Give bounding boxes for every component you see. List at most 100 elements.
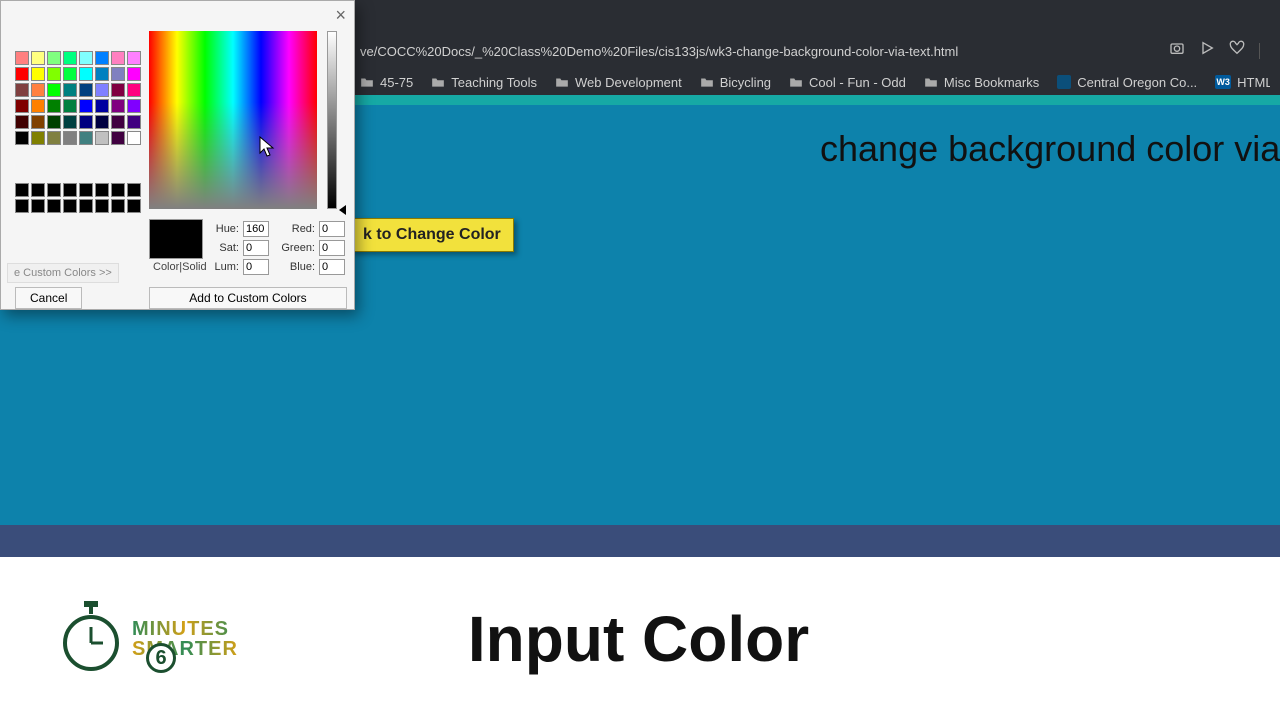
color-swatch[interactable]	[127, 51, 141, 65]
hue-input[interactable]	[243, 221, 269, 237]
color-swatch[interactable]	[95, 131, 109, 145]
color-swatch[interactable]	[15, 99, 29, 113]
color-swatch[interactable]	[47, 131, 61, 145]
color-swatch[interactable]	[47, 115, 61, 129]
color-swatch[interactable]	[127, 131, 141, 145]
color-swatch[interactable]	[47, 51, 61, 65]
bookmarks-bar: 45-75 Teaching Tools Web Development Bic…	[360, 70, 1270, 94]
color-swatch[interactable]	[31, 115, 45, 129]
custom-swatch[interactable]	[111, 183, 125, 197]
change-color-button[interactable]: k to Change Color	[350, 218, 514, 252]
color-swatch[interactable]	[95, 115, 109, 129]
color-swatch[interactable]	[15, 67, 29, 81]
custom-swatch[interactable]	[79, 183, 93, 197]
heart-icon[interactable]	[1229, 40, 1245, 61]
custom-swatch[interactable]	[111, 199, 125, 213]
custom-swatch[interactable]	[95, 199, 109, 213]
coc-icon	[1057, 75, 1071, 89]
color-swatch[interactable]	[79, 51, 93, 65]
color-swatch[interactable]	[79, 67, 93, 81]
w3c-icon: W3	[1215, 75, 1231, 89]
play-icon[interactable]	[1199, 40, 1215, 61]
divider	[1259, 43, 1260, 59]
color-swatch[interactable]	[79, 115, 93, 129]
lum-input[interactable]	[243, 259, 269, 275]
add-custom-button[interactable]: Add to Custom Colors	[149, 287, 347, 309]
color-swatch[interactable]	[63, 131, 77, 145]
close-icon[interactable]: ×	[335, 5, 346, 26]
color-swatch[interactable]	[95, 51, 109, 65]
color-swatch[interactable]	[79, 99, 93, 113]
lum-label: Lum:	[211, 261, 239, 273]
color-swatch[interactable]	[79, 83, 93, 97]
color-swatch[interactable]	[31, 99, 45, 113]
blue-input[interactable]	[319, 259, 345, 275]
color-swatch[interactable]	[63, 83, 77, 97]
color-swatch[interactable]	[15, 83, 29, 97]
custom-swatch[interactable]	[47, 199, 61, 213]
sat-input[interactable]	[243, 240, 269, 256]
overlay-panel: 6 MINUTES SMARTER Input Color	[0, 557, 1280, 720]
define-custom-button[interactable]: e Custom Colors >>	[7, 263, 119, 283]
color-swatch[interactable]	[79, 131, 93, 145]
screenshot-icon[interactable]	[1169, 40, 1185, 61]
color-swatch[interactable]	[31, 67, 45, 81]
custom-colors-grid	[15, 183, 141, 213]
green-input[interactable]	[319, 240, 345, 256]
color-swatch[interactable]	[95, 99, 109, 113]
color-swatch[interactable]	[127, 115, 141, 129]
color-swatch[interactable]	[15, 51, 29, 65]
custom-swatch[interactable]	[47, 183, 61, 197]
color-swatch[interactable]	[111, 99, 125, 113]
bookmark-item[interactable]: Cool - Fun - Odd	[789, 75, 906, 90]
color-swatch[interactable]	[63, 67, 77, 81]
bookmark-item[interactable]: Teaching Tools	[431, 75, 537, 90]
luminance-arrow-icon[interactable]	[339, 205, 346, 215]
color-swatch[interactable]	[95, 67, 109, 81]
color-spectrum[interactable]	[149, 31, 317, 209]
color-swatch[interactable]	[47, 99, 61, 113]
bookmark-item[interactable]: Bicycling	[700, 75, 771, 90]
color-swatch[interactable]	[31, 51, 45, 65]
custom-swatch[interactable]	[95, 183, 109, 197]
color-swatch[interactable]	[31, 131, 45, 145]
color-swatch[interactable]	[63, 51, 77, 65]
custom-swatch[interactable]	[31, 183, 45, 197]
bookmark-item[interactable]: 45-75	[360, 75, 413, 90]
bookmark-item[interactable]: Misc Bookmarks	[924, 75, 1039, 90]
custom-swatch[interactable]	[15, 183, 29, 197]
bookmark-item[interactable]: W3HTML 5.1 Nightly	[1215, 75, 1270, 90]
color-swatch[interactable]	[111, 51, 125, 65]
custom-swatch[interactable]	[15, 199, 29, 213]
custom-swatch[interactable]	[31, 199, 45, 213]
custom-swatch[interactable]	[127, 183, 141, 197]
color-swatch[interactable]	[63, 99, 77, 113]
custom-swatch[interactable]	[63, 199, 77, 213]
color-swatch[interactable]	[15, 115, 29, 129]
color-swatch[interactable]	[111, 115, 125, 129]
bookmark-item[interactable]: Central Oregon Co...	[1057, 75, 1197, 90]
bookmark-item[interactable]: Web Development	[555, 75, 682, 90]
color-swatch[interactable]	[63, 115, 77, 129]
color-swatch[interactable]	[127, 67, 141, 81]
custom-swatch[interactable]	[63, 183, 77, 197]
color-swatch[interactable]	[47, 83, 61, 97]
color-swatch[interactable]	[127, 99, 141, 113]
basic-colors-grid	[15, 51, 141, 145]
color-preview	[149, 219, 203, 259]
color-swatch[interactable]	[15, 131, 29, 145]
url-bar[interactable]: ve/COCC%20Docs/_%20Class%20Demo%20Files/…	[360, 40, 1180, 64]
color-swatch[interactable]	[111, 67, 125, 81]
logo: 6 MINUTES SMARTER	[60, 601, 238, 676]
luminance-slider[interactable]	[327, 31, 337, 209]
cancel-button[interactable]: Cancel	[15, 287, 82, 309]
color-swatch[interactable]	[111, 131, 125, 145]
color-swatch[interactable]	[47, 67, 61, 81]
color-swatch[interactable]	[95, 83, 109, 97]
red-input[interactable]	[319, 221, 345, 237]
custom-swatch[interactable]	[79, 199, 93, 213]
color-swatch[interactable]	[127, 83, 141, 97]
color-swatch[interactable]	[31, 83, 45, 97]
color-swatch[interactable]	[111, 83, 125, 97]
custom-swatch[interactable]	[127, 199, 141, 213]
